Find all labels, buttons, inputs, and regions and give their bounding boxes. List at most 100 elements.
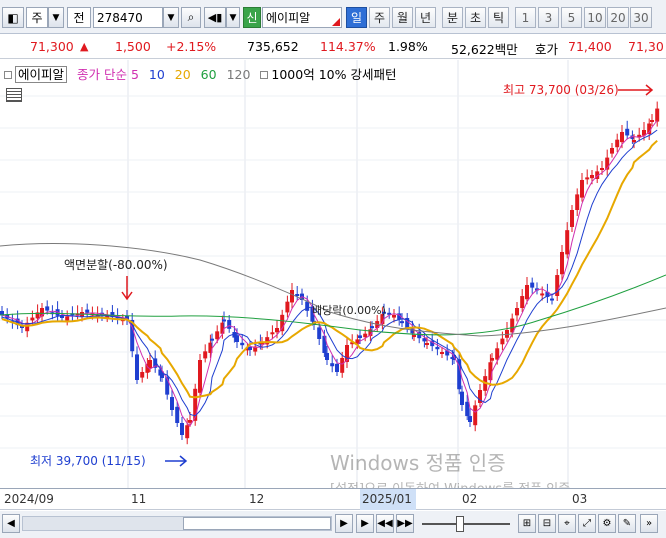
candle-body bbox=[188, 420, 192, 423]
interval-button-20[interactable]: 20 bbox=[607, 7, 629, 28]
candle-body bbox=[520, 296, 525, 308]
interval-button-5[interactable]: 5 bbox=[561, 7, 582, 28]
grid-table-icon[interactable] bbox=[6, 88, 22, 102]
scroll-thumb[interactable] bbox=[183, 517, 331, 530]
chevron-down-icon[interactable]: ▼ bbox=[48, 7, 64, 28]
new-listing-badge: 신 bbox=[243, 7, 261, 28]
high-arrow-icon bbox=[618, 84, 654, 96]
legend-stock-name[interactable]: 에이피알 bbox=[15, 66, 68, 83]
period-button-1[interactable]: 주 bbox=[369, 7, 390, 28]
stock-code-value: 278470 bbox=[97, 10, 143, 25]
speaker-icon[interactable]: ◀▮ bbox=[204, 7, 226, 28]
period-button-0[interactable]: 일 bbox=[346, 7, 367, 28]
step-back-icon[interactable]: ◀◀ bbox=[376, 514, 394, 533]
candle-body bbox=[625, 128, 630, 136]
search-icon[interactable]: ⌕ bbox=[181, 7, 201, 28]
candle-body bbox=[620, 132, 624, 143]
candle-body bbox=[180, 423, 184, 435]
ex-dividend-label: 배당락(0.00%) bbox=[312, 304, 386, 317]
candle-body bbox=[248, 346, 252, 350]
price-chart-area[interactable]: 최고 73,700 (03/26) 최저 39,700 (11/15) 액면분할(-… bbox=[0, 60, 666, 488]
time-label: 2024/09 bbox=[4, 492, 54, 506]
candle-body bbox=[570, 210, 574, 227]
scroll-right-icon[interactable]: ▶ bbox=[335, 514, 353, 533]
legend-ma5[interactable]: 종가 단순 5 bbox=[77, 67, 139, 82]
candle-body bbox=[468, 416, 472, 422]
play-icon[interactable]: ▶ bbox=[356, 514, 374, 533]
time-label: 2025/01 bbox=[362, 492, 412, 506]
code-dropdown-icon[interactable]: ▼ bbox=[163, 7, 179, 28]
candle-body bbox=[270, 332, 275, 335]
interval-button-30[interactable]: 30 bbox=[630, 7, 652, 28]
candle-body bbox=[490, 358, 494, 361]
candle-body bbox=[170, 397, 174, 410]
candle-body bbox=[305, 301, 310, 311]
ask-label: 호가 bbox=[535, 42, 559, 57]
settings-icon[interactable]: ⚙ bbox=[598, 514, 616, 533]
scroll-left-icon[interactable]: ◀ bbox=[2, 514, 20, 533]
period-button-6[interactable]: 틱 bbox=[488, 7, 509, 28]
period-button-3[interactable]: 년 bbox=[415, 7, 436, 28]
change-percent: +2.15% bbox=[166, 39, 217, 54]
candlestick-chart[interactable]: 최고 73,700 (03/26) 최저 39,700 (11/15) 액면분할(-… bbox=[0, 60, 666, 488]
period-button-4[interactable]: 분 bbox=[442, 7, 463, 28]
stock-name-field[interactable]: 에이피알 bbox=[262, 7, 342, 28]
candle-body bbox=[290, 290, 294, 303]
legend-ma120[interactable]: 120 bbox=[227, 67, 251, 82]
candle-body bbox=[227, 320, 232, 329]
indicator-legend: 에이피알 종가 단순 5 10 20 60 120 1000억 10% 강세패턴 bbox=[4, 64, 402, 83]
interval-button-1[interactable]: 1 bbox=[515, 7, 536, 28]
window-icon[interactable]: ◧ bbox=[2, 7, 24, 28]
low-price-label: 최저 39,700 (11/15) bbox=[30, 454, 146, 468]
bid-price: 71,30 bbox=[628, 39, 664, 54]
period-button-5[interactable]: 초 bbox=[465, 7, 486, 28]
candle-body bbox=[440, 352, 444, 354]
scroll-track[interactable] bbox=[22, 516, 332, 531]
candle-body bbox=[175, 406, 180, 423]
crosshair-icon[interactable]: ⌖ bbox=[558, 514, 576, 533]
legend-ma60[interactable]: 60 bbox=[201, 67, 217, 82]
time-axis: 2024/09 11 12 2025/01 02 03 bbox=[0, 488, 666, 510]
chart-toolbar: ◧ 주 ▼ 전 278470 ▼ ⌕ ◀▮ ▼ 신 에이피알 일주월년분초틱13… bbox=[0, 0, 666, 34]
type-selector[interactable]: 주 bbox=[26, 7, 48, 28]
speaker-dropdown-icon[interactable]: ▼ bbox=[226, 7, 240, 28]
candle-body bbox=[215, 331, 220, 340]
step-forward-icon[interactable]: ▶▶ bbox=[396, 514, 414, 533]
badge-label: 신 bbox=[246, 11, 258, 25]
candle-body bbox=[65, 316, 70, 321]
candle-body bbox=[560, 252, 564, 275]
candle-body bbox=[425, 343, 429, 345]
candle-body bbox=[632, 140, 636, 143]
trade-amount: 52,622백만 bbox=[451, 42, 518, 57]
zoom-out-icon[interactable]: ⊟ bbox=[538, 514, 556, 533]
ma5-line bbox=[1, 120, 658, 427]
interval-button-3[interactable]: 3 bbox=[538, 7, 559, 28]
candle-body bbox=[580, 180, 584, 198]
candle-body bbox=[325, 353, 329, 360]
candle-body bbox=[198, 360, 202, 393]
candle-body bbox=[392, 315, 396, 318]
scope-selector[interactable]: 전 bbox=[67, 7, 91, 28]
candle-body bbox=[30, 317, 35, 321]
candle-body bbox=[85, 309, 90, 313]
up-arrow-icon: ▲ bbox=[80, 40, 89, 53]
zoom-slider-handle[interactable] bbox=[456, 516, 464, 532]
current-price: 71,300 bbox=[30, 39, 74, 54]
fit-icon[interactable]: ⤢ bbox=[578, 514, 596, 533]
stock-split-label: 액면분할(-80.00%) bbox=[64, 258, 168, 272]
zoom-slider-track[interactable] bbox=[422, 523, 510, 525]
legend-ma20[interactable]: 20 bbox=[175, 67, 191, 82]
zoom-in-icon[interactable]: ⊞ bbox=[518, 514, 536, 533]
candle-body bbox=[45, 306, 50, 311]
legend-ma10[interactable]: 10 bbox=[149, 67, 165, 82]
period-button-2[interactable]: 월 bbox=[392, 7, 413, 28]
legend-pattern[interactable]: 1000억 10% 강세패턴 bbox=[271, 67, 396, 82]
interval-button-10[interactable]: 10 bbox=[584, 7, 606, 28]
name-corner-marker-icon bbox=[332, 18, 340, 26]
pin-icon[interactable]: ✎ bbox=[618, 514, 636, 533]
candle-body bbox=[363, 333, 368, 338]
more-icon[interactable]: » bbox=[640, 514, 658, 533]
stock-code-input[interactable]: 278470 bbox=[93, 7, 163, 28]
candle-body bbox=[615, 139, 620, 148]
legend-square-icon bbox=[4, 71, 12, 79]
